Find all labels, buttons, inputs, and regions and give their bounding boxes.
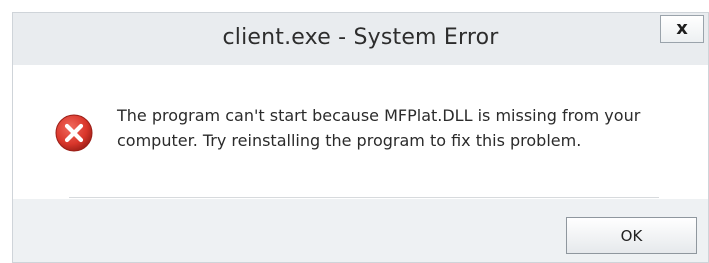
- title-bar[interactable]: client.exe - System Error x: [13, 13, 708, 65]
- dialog-title: client.exe - System Error: [222, 25, 499, 50]
- dialog-frame: client.exe - System Error x The program …: [12, 12, 709, 263]
- error-dialog: client.exe - System Error x The program …: [0, 0, 709, 263]
- ok-button[interactable]: OK: [566, 217, 697, 254]
- close-button[interactable]: x: [660, 15, 704, 43]
- separator: [69, 197, 659, 198]
- error-message: The program can't start because MFPlat.D…: [117, 106, 641, 150]
- dialog-content: The program can't start because MFPlat.D…: [13, 65, 708, 199]
- error-icon: [55, 114, 93, 152]
- button-bar: OK: [13, 199, 708, 262]
- close-icon: x: [676, 18, 688, 39]
